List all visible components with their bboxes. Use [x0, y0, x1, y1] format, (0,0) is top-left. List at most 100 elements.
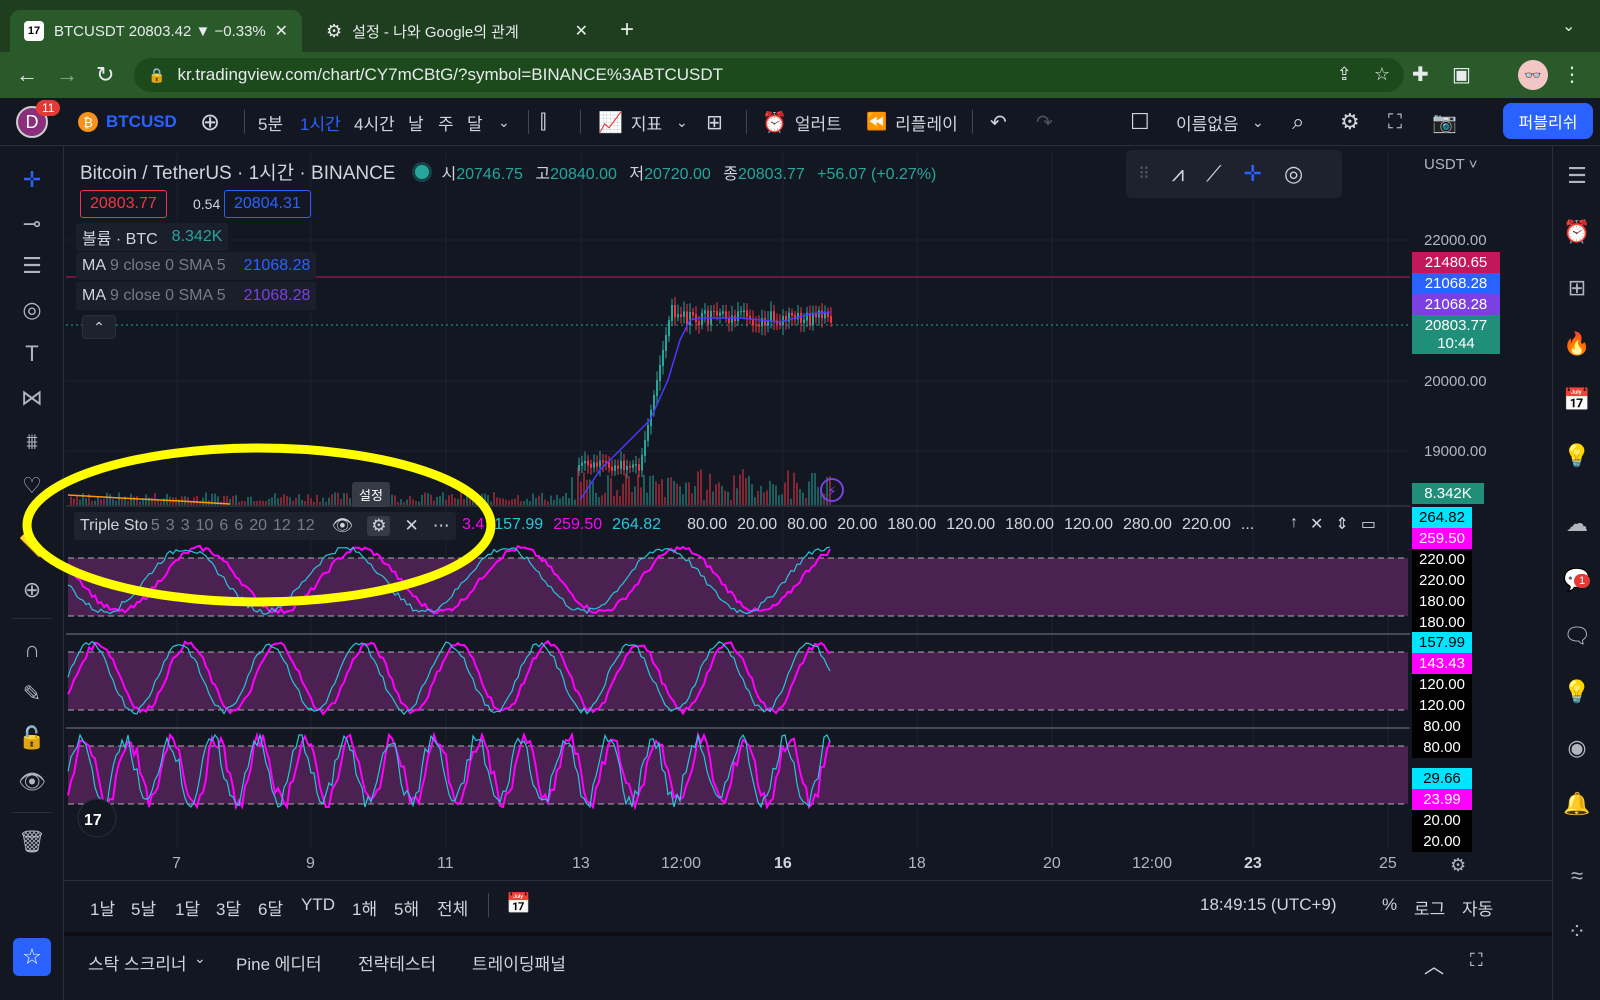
clock-timezone[interactable]: 18:49:15 (UTC+9) [1200, 895, 1337, 915]
range-1d[interactable]: 1날 [90, 895, 115, 920]
stoch-tag: 264.82 [1412, 507, 1472, 528]
abc-pattern-icon[interactable]: ⩘ [1172, 161, 1184, 187]
volume-bar [802, 492, 804, 505]
candle [632, 464, 634, 468]
range-6m[interactable]: 6달 [258, 895, 283, 920]
volume-bar [808, 481, 810, 505]
candle [761, 317, 763, 327]
maximize-pane-icon[interactable]: ▭ [1361, 514, 1376, 534]
volume-bar [628, 476, 630, 505]
gear-icon[interactable]: ⚙ [367, 516, 391, 536]
candle [683, 311, 685, 317]
volume-study-legend[interactable]: 볼륨 · BTC 8.342K [76, 223, 229, 251]
ma1-study-legend[interactable]: MA 9 close 0 SMA 5 21068.28 [76, 252, 317, 280]
volume-bar [775, 485, 777, 505]
candle [620, 460, 622, 469]
currency-selector[interactable]: USDT ˅ [1424, 156, 1478, 173]
sell-button[interactable]: 20803.77 [80, 190, 167, 218]
range-all[interactable]: 전체 [437, 895, 468, 920]
percent-scale-toggle[interactable]: % [1382, 895, 1397, 915]
volume-bar [283, 494, 285, 505]
volume-bar [115, 500, 117, 505]
volume-bar [673, 480, 675, 505]
range-5y[interactable]: 5해 [394, 895, 419, 920]
volume-bar [505, 499, 507, 505]
indicator-value: 3.4 [462, 516, 485, 533]
chevron-down-icon[interactable]: ⌄ [194, 950, 206, 967]
volume-bar [253, 501, 255, 505]
close-icon[interactable]: ✕ [404, 516, 418, 536]
trendline-icon[interactable]: ⟋ [1206, 161, 1221, 187]
level-value: ... [1240, 516, 1255, 533]
time-axis-label: 9 [306, 855, 315, 872]
volume-bar [82, 493, 84, 505]
volume-bar [607, 475, 609, 505]
candle [677, 314, 679, 318]
volume-bar [664, 496, 666, 505]
close-icon[interactable]: ✕ [1310, 514, 1323, 534]
eye-icon[interactable]: 👁 [332, 516, 354, 536]
buy-button[interactable]: 20804.31 [224, 190, 311, 218]
tab-strategy-tester[interactable]: 전략테스터 [358, 950, 436, 975]
ma2-study-legend[interactable]: MA 9 close 0 SMA 5 21068.28 [76, 282, 317, 310]
low-value: 20720.00 [644, 165, 711, 183]
range-5d[interactable]: 5날 [131, 895, 156, 920]
more-horiz-icon[interactable]: ⋯ [433, 516, 450, 536]
ohlc-values: 시20746.75 고20840.00 저20720.00 종20803.77 … [441, 160, 944, 184]
volume-bar [70, 496, 72, 505]
collapse-pane-icon[interactable]: ⇕ [1335, 514, 1348, 534]
volume-bar [751, 484, 753, 505]
tab-stock-screener[interactable]: 스탁 스크리너 [88, 950, 187, 975]
candle [674, 305, 676, 318]
volume-bar [316, 494, 318, 505]
auto-scale-toggle[interactable]: 자동 [1462, 895, 1493, 920]
maximize-panel-icon[interactable]: ⛶ [1470, 950, 1483, 971]
time-axis-label: 13 [572, 855, 590, 872]
indicator-param: 6 [234, 517, 244, 534]
range-ytd[interactable]: YTD [301, 895, 335, 915]
indicator-param: 3 [180, 517, 190, 534]
chart-canvas[interactable]: ⚡ 17 [0, 0, 1600, 1000]
range-1y[interactable]: 1해 [352, 895, 377, 920]
volume-bar [301, 499, 303, 505]
axis-settings-gear-icon[interactable]: ⚙ [1450, 855, 1466, 876]
candle [746, 310, 748, 318]
volume-bar [346, 493, 348, 505]
arrow-up-icon[interactable]: ↑ [1290, 514, 1298, 534]
chart-title[interactable]: Bitcoin / TetherUS · 1시간 · BINANCE [80, 158, 395, 185]
collapse-legend-icon[interactable]: ⌃ [82, 315, 116, 339]
stoch-tag: 80.00 [1412, 716, 1472, 737]
candle [797, 312, 799, 320]
volume-bar [454, 498, 456, 505]
volume-bar [151, 497, 153, 505]
indicator-param: 20 [249, 517, 267, 534]
volume-bar [166, 493, 168, 505]
volume-label: 볼륨 · BTC [82, 231, 158, 248]
volume-bar [322, 497, 324, 505]
volume-bar [715, 484, 717, 505]
volume-bar [517, 495, 519, 505]
crosshair-icon[interactable]: ✛ [1244, 161, 1262, 187]
candle [635, 464, 637, 466]
indicator-legend[interactable]: Triple Sto 5 3 3 10 6 6 20 12 12 👁 ⚙ ✕ ⋯ [74, 512, 456, 540]
volume-bar [511, 499, 513, 505]
candle [659, 365, 661, 381]
indicator-name: Triple Sto [80, 517, 148, 534]
drag-handle-icon[interactable]: ⠿ [1138, 164, 1150, 184]
range-1m[interactable]: 1달 [175, 895, 200, 920]
range-3m[interactable]: 3달 [216, 895, 241, 920]
volume-bar [811, 472, 813, 505]
low-label: 저 [629, 165, 645, 183]
volume-bar [427, 493, 429, 505]
tab-trading-panel[interactable]: 트레이딩패널 [472, 950, 566, 975]
level-value: 20.00 [837, 516, 878, 533]
goto-date-icon[interactable]: 📅 [506, 891, 531, 916]
candle [662, 350, 664, 366]
volume-bar [460, 492, 462, 505]
tab-pine-editor[interactable]: Pine 에디터 [236, 950, 322, 975]
chevron-up-icon[interactable]: ︿ [1424, 950, 1444, 979]
log-scale-toggle[interactable]: 로그 [1414, 895, 1445, 920]
stoch-tag: 120.00 [1412, 674, 1472, 695]
cycle-icon[interactable]: ◎ [1284, 161, 1303, 187]
volume-bar [289, 497, 291, 505]
